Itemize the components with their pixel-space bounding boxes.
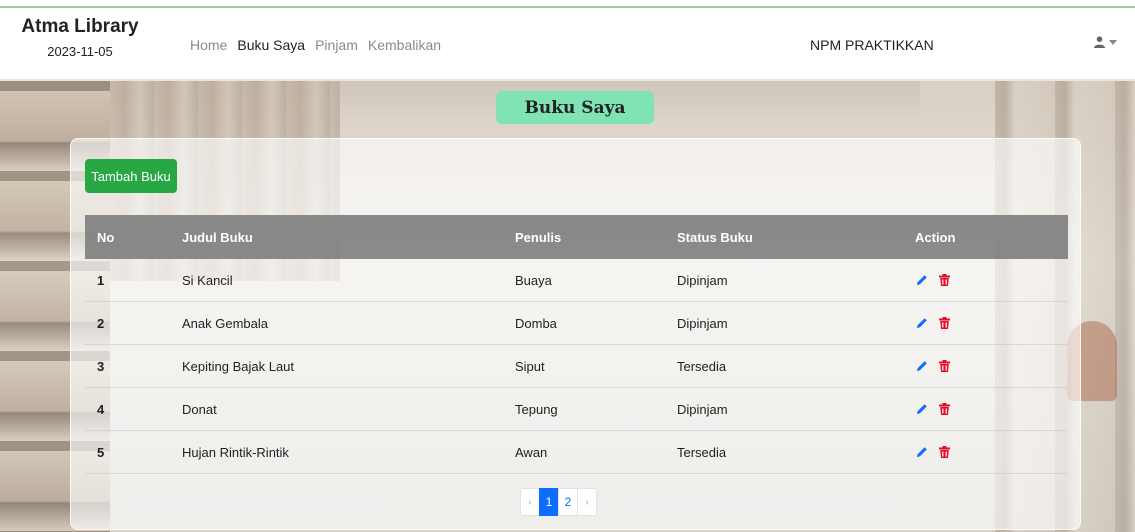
npm-label: NPM PRAKTIKKAN — [810, 37, 934, 53]
table-row: 4 Donat Tepung Dipinjam — [85, 388, 1068, 431]
cell-action — [915, 445, 1068, 459]
nav-link-kembalikan[interactable]: Kembalikan — [368, 37, 441, 53]
cell-status: Dipinjam — [677, 272, 728, 288]
cell-judul: Donat — [182, 401, 217, 417]
header-penulis: Penulis — [515, 229, 562, 245]
cell-action — [915, 402, 1068, 416]
cell-no: 3 — [97, 358, 105, 374]
pagination-next[interactable]: › — [577, 488, 597, 516]
table-row: 2 Anak Gembala Domba Dipinjam — [85, 302, 1068, 345]
books-card: Tambah Buku No Judul Buku Penulis Status… — [70, 138, 1081, 530]
nav-link-pinjam[interactable]: Pinjam — [315, 37, 358, 53]
cell-no: 1 — [97, 272, 105, 288]
cell-judul: Kepiting Bajak Laut — [182, 358, 295, 374]
trash-icon[interactable] — [937, 273, 951, 287]
cell-penulis: Awan — [515, 444, 548, 460]
cell-action — [915, 316, 1068, 330]
table-row: 3 Kepiting Bajak Laut Siput Tersedia — [85, 345, 1068, 388]
add-book-button[interactable]: Tambah Buku — [85, 159, 177, 193]
pagination-page-1[interactable]: 1 — [539, 488, 559, 516]
cell-no: 4 — [97, 401, 105, 417]
nav-link-buku-saya[interactable]: Buku Saya — [237, 37, 305, 53]
table-row: 5 Hujan Rintik-Rintik Awan Tersedia — [85, 431, 1068, 474]
cell-action — [915, 359, 1068, 373]
brand[interactable]: Atma Library 2023-11-05 — [10, 16, 150, 59]
cell-penulis: Domba — [515, 315, 557, 331]
cell-status: Dipinjam — [677, 401, 728, 417]
pencil-icon[interactable] — [915, 402, 929, 416]
header-status: Status Buku — [677, 229, 753, 245]
cell-status: Tersedia — [677, 444, 727, 460]
cell-judul: Hujan Rintik-Rintik — [182, 444, 289, 460]
user-icon — [1094, 36, 1105, 48]
cell-no: 2 — [97, 315, 105, 331]
pencil-icon[interactable] — [915, 359, 929, 373]
brand-title: Atma Library — [21, 16, 139, 37]
pagination-page-2[interactable]: 2 — [558, 488, 578, 516]
pagination: ‹ 1 2 › — [520, 488, 597, 516]
cell-status: Dipinjam — [677, 315, 728, 331]
cell-judul: Anak Gembala — [182, 315, 268, 331]
table-row: 1 Si Kancil Buaya Dipinjam — [85, 259, 1068, 302]
caret-down-icon — [1109, 39, 1117, 45]
cell-no: 5 — [97, 444, 105, 460]
pencil-icon[interactable] — [915, 445, 929, 459]
navbar: Atma Library 2023-11-05 Home Buku Saya P… — [0, 8, 1135, 80]
books-table: No Judul Buku Penulis Status Buku Action… — [85, 215, 1068, 474]
header-judul: Judul Buku — [182, 229, 253, 245]
pagination-prev[interactable]: ‹ — [520, 488, 540, 516]
cell-status: Tersedia — [677, 358, 727, 374]
pencil-icon[interactable] — [915, 273, 929, 287]
cell-penulis: Buaya — [515, 272, 552, 288]
header-action: Action — [915, 229, 956, 245]
page-title: Buku Saya — [496, 91, 654, 124]
top-rule — [0, 0, 1135, 8]
nav-link-home[interactable]: Home — [190, 37, 227, 53]
trash-icon[interactable] — [937, 402, 951, 416]
cell-judul: Si Kancil — [182, 272, 233, 288]
table-header: No Judul Buku Penulis Status Buku Action — [85, 215, 1068, 259]
cell-action — [915, 273, 1068, 287]
header-no: No — [97, 229, 115, 245]
cell-penulis: Siput — [515, 358, 545, 374]
trash-icon[interactable] — [937, 316, 951, 330]
nav-links: Home Buku Saya Pinjam Kembalikan — [190, 37, 441, 53]
current-date: 2023-11-05 — [47, 44, 113, 59]
pencil-icon[interactable] — [915, 316, 929, 330]
user-menu-toggle[interactable] — [1094, 36, 1117, 48]
trash-icon[interactable] — [937, 445, 951, 459]
cell-penulis: Tepung — [515, 401, 558, 417]
trash-icon[interactable] — [937, 359, 951, 373]
